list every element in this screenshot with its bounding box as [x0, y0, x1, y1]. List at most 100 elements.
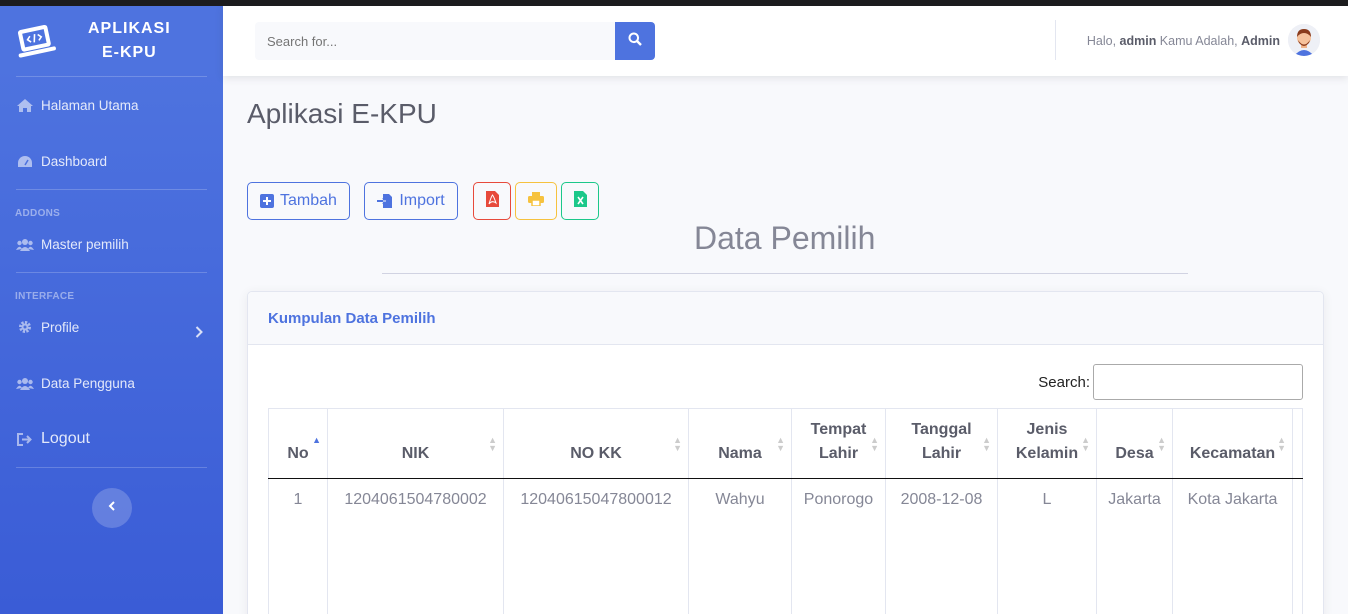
column-header-nik[interactable]: NIK ▲ ▼ — [327, 408, 504, 479]
column-header-desa[interactable]: Desa ▲ ▼ — [1096, 408, 1173, 479]
column-header-nama[interactable]: Nama ▲ ▼ — [688, 408, 792, 479]
cell-overflow — [1292, 478, 1303, 614]
tambah-button[interactable]: Tambah — [247, 182, 350, 220]
cell-nik: 1204061504780002 — [327, 478, 504, 614]
greeting-mid: Kamu Adalah, — [1156, 34, 1242, 48]
import-label: Import — [399, 192, 445, 209]
brand-name: APLIKASI E-KPU — [88, 17, 171, 65]
tambah-label: Tambah — [280, 192, 337, 209]
topbar: Halo, admin Kamu Adalah, Admin — [223, 6, 1348, 76]
sidebar-brand[interactable]: APLIKASI E-KPU — [0, 6, 223, 76]
print-icon — [528, 191, 544, 211]
sidebar-item-label: Logout — [41, 430, 90, 447]
column-header-kecamatan[interactable]: Kecamatan ▲ ▼ — [1172, 408, 1293, 479]
sidebar-item-label: Dashboard — [41, 153, 108, 169]
column-label: NO KK — [570, 445, 622, 462]
sidebar-item-label: Master pemilih — [41, 236, 129, 252]
page-title: Aplikasi E-KPU — [247, 98, 437, 129]
column-header-tanggal-lahir[interactable]: Tanggal Lahir ▲ ▼ — [885, 408, 998, 479]
sort-icon: ▲ ▼ — [982, 435, 991, 453]
column-label: Nama — [718, 445, 762, 462]
chevron-left-icon — [108, 499, 116, 517]
column-header-tempat-lahir[interactable]: Tempat Lahir ▲ ▼ — [791, 408, 886, 479]
users-icon — [16, 376, 34, 390]
sidebar-item-master-pemilih[interactable]: Master pemilih — [0, 222, 223, 266]
user-role: Admin — [1241, 34, 1280, 48]
table-row: 1 1204061504780002 12040615047800012 Wah… — [268, 478, 1303, 614]
sign-out-icon — [16, 432, 34, 446]
column-header-no-kk[interactable]: NO KK ▲ ▼ — [503, 408, 689, 479]
section-divider — [382, 273, 1188, 274]
column-header-jenis-kelamin[interactable]: Jenis Kelamin ▲ ▼ — [997, 408, 1097, 479]
sidebar-toggle-button[interactable] — [91, 488, 132, 528]
column-label: Tanggal Lahir — [911, 421, 972, 462]
export-excel-button[interactable] — [561, 182, 599, 220]
import-button[interactable]: Import — [364, 182, 458, 220]
file-import-icon — [377, 193, 393, 209]
sidebar-item-halaman-utama[interactable]: Halaman Utama — [0, 77, 223, 133]
brand-line-1: APLIKASI — [88, 20, 171, 37]
sort-icon: ▲ ▼ — [1277, 435, 1286, 453]
plus-square-icon — [260, 194, 275, 208]
sidebar: APLIKASI E-KPU Halaman Utama Dashboard A… — [0, 6, 223, 614]
sort-icon: ▲ ▼ — [488, 435, 497, 453]
users-icon — [16, 237, 34, 251]
sidebar-item-label: Halaman Utama — [41, 97, 139, 113]
greeting-prefix: Halo, — [1086, 34, 1120, 48]
window-top-strip — [0, 0, 1348, 6]
topbar-search — [255, 22, 655, 60]
column-label: Desa — [1115, 445, 1154, 462]
home-icon — [16, 98, 34, 112]
card-header: Kumpulan Data Pemilih — [248, 292, 1323, 345]
cell-kecamatan: Kota Jakarta — [1172, 478, 1293, 614]
username: admin — [1119, 34, 1157, 48]
cell-no: 1 — [268, 478, 328, 614]
column-header-overflow — [1292, 408, 1303, 479]
column-label: Kecamatan — [1189, 445, 1276, 462]
sort-icon: ▲ ▼ — [776, 435, 785, 453]
cell-no-kk: 12040615047800012 — [503, 478, 689, 614]
export-pdf-button[interactable] — [473, 182, 511, 220]
cell-jenis-kelamin: L — [997, 478, 1097, 614]
table-search-input[interactable] — [1093, 364, 1303, 400]
chevron-right-icon — [195, 326, 203, 341]
sort-icon: ▲ ▼ — [870, 435, 879, 453]
print-button[interactable] — [515, 182, 557, 220]
laptop-code-icon — [14, 21, 58, 61]
data-table: No ▲ NIK ▲ ▼ NO KK ▲ ▼ Nama ▲ ▼ Tempat Lahir ▲ ▼ … — [268, 408, 1303, 614]
brand-line-2: E-KPU — [101, 44, 157, 61]
sidebar-item-profile[interactable]: Profile — [0, 305, 223, 349]
sidebar-item-data-pengguna[interactable]: Data Pengguna — [0, 349, 223, 417]
tachometer-icon — [16, 154, 34, 168]
column-header-no[interactable]: No ▲ — [268, 408, 328, 479]
cell-tempat-lahir: Ponorogo — [791, 478, 886, 614]
sidebar-heading-interface: INTERFACE — [15, 291, 75, 302]
column-label: NIK — [401, 445, 430, 462]
sort-icon: ▲ ▼ — [1081, 435, 1090, 453]
topbar-divider — [1055, 20, 1056, 60]
table-search: Search: — [1038, 364, 1303, 400]
table-header-row: No ▲ NIK ▲ ▼ NO KK ▲ ▼ Nama ▲ ▼ Tempat Lahir ▲ ▼ … — [268, 408, 1303, 479]
column-label: Tempat Lahir — [810, 421, 867, 462]
avatar[interactable] — [1288, 24, 1320, 56]
data-card: Kumpulan Data Pemilih Search: No ▲ NIK ▲ ▼ … — [247, 291, 1324, 614]
sidebar-item-label: Profile — [41, 319, 80, 335]
search-button[interactable] — [615, 22, 655, 60]
cell-desa: Jakarta — [1096, 478, 1173, 614]
user-greeting[interactable]: Halo, admin Kamu Adalah, Admin — [1087, 34, 1280, 48]
sort-icon: ▲ ▼ — [673, 435, 682, 453]
cell-tanggal-lahir: 2008-12-08 — [885, 478, 998, 614]
search-input[interactable] — [255, 22, 615, 60]
cell-nama: Wahyu — [688, 478, 792, 614]
file-pdf-icon — [485, 190, 499, 212]
sort-asc-icon: ▲ — [312, 435, 321, 445]
column-label: No — [287, 445, 309, 462]
sidebar-item-logout[interactable]: Logout — [0, 417, 223, 461]
sidebar-heading-addons: ADDONS — [15, 208, 61, 219]
sidebar-item-dashboard[interactable]: Dashboard — [0, 133, 223, 189]
file-excel-icon — [573, 190, 587, 212]
search-icon — [628, 32, 642, 51]
table-search-label: Search: — [1038, 373, 1090, 391]
cog-icon — [16, 320, 34, 334]
section-title: Data Pemilih — [694, 220, 876, 256]
